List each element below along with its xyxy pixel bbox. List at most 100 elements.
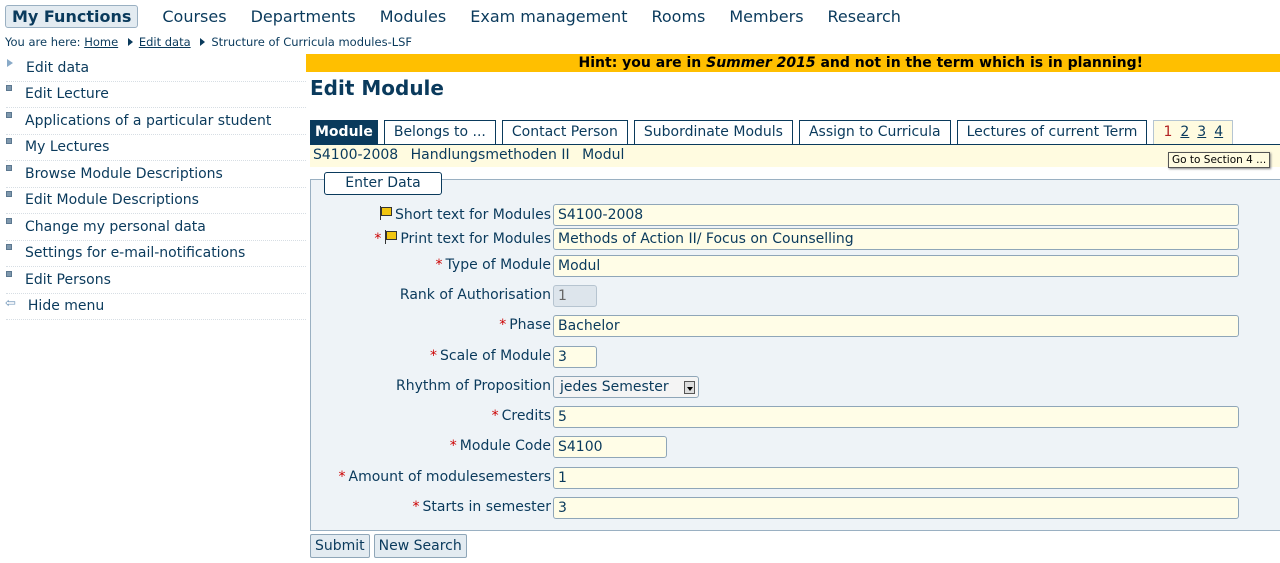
- nav-exam-management[interactable]: Exam management: [470, 7, 627, 26]
- nav-members[interactable]: Members: [729, 7, 803, 26]
- sidebar-item-label: Edit Persons: [25, 271, 111, 288]
- breadcrumb-separator-icon: [127, 38, 133, 46]
- phase-input[interactable]: Bachelor: [553, 315, 1239, 337]
- short-text-label: Short text for Modules: [379, 206, 551, 223]
- term-hint-banner: Hint: you are in Summer 2015 and not in …: [306, 54, 1280, 72]
- required-mark: *: [491, 408, 499, 424]
- submit-button[interactable]: Submit: [310, 534, 370, 558]
- breadcrumb-home[interactable]: Home: [84, 35, 118, 49]
- type-input[interactable]: Modul: [553, 255, 1239, 277]
- type-label: * Type of Module: [435, 257, 551, 273]
- breadcrumb-prefix: You are here:: [5, 35, 81, 49]
- form-buttons: Submit New Search: [310, 534, 471, 558]
- sidebar-item-label: Change my personal data: [25, 218, 206, 235]
- sidebar-item-browse-module-descriptions[interactable]: Browse Module Descriptions: [6, 161, 306, 188]
- section-page-2[interactable]: 2: [1180, 124, 1189, 140]
- row-scale: * Scale of Module 3: [311, 346, 1280, 370]
- required-mark: *: [499, 317, 507, 333]
- required-mark: *: [435, 257, 443, 273]
- sidebar: Edit data Edit Lecture Applications of a…: [0, 55, 306, 320]
- row-rank: Rank of Authorisation 1: [311, 285, 1280, 309]
- square-bullet-icon: [6, 244, 12, 251]
- back-arrow-icon: ⇦: [5, 295, 16, 311]
- tab-contact-person[interactable]: Contact Person: [501, 120, 628, 145]
- square-bullet-icon: [6, 217, 12, 224]
- top-navigation: My Functions Courses Departments Modules…: [5, 3, 901, 29]
- row-starts: * Starts in semester 3: [311, 497, 1280, 521]
- tab-belongs-to[interactable]: Belongs to ...: [383, 120, 496, 145]
- my-functions-button[interactable]: My Functions: [5, 4, 139, 28]
- square-bullet-icon: [6, 164, 12, 171]
- amount-input[interactable]: 1: [553, 467, 1239, 489]
- triangle-right-icon: [7, 58, 13, 67]
- module-code-input[interactable]: S4100: [553, 436, 667, 458]
- section-page-4[interactable]: 4: [1214, 124, 1223, 140]
- nav-rooms[interactable]: Rooms: [651, 7, 705, 26]
- rank-input: 1: [553, 285, 597, 307]
- section-page-3[interactable]: 3: [1197, 124, 1206, 140]
- square-bullet-icon: [6, 270, 12, 277]
- row-phase: * Phase Bachelor: [311, 315, 1280, 339]
- amount-label: * Amount of modulesemesters: [338, 469, 551, 485]
- sidebar-item-hide-menu[interactable]: ⇦ Hide menu: [5, 294, 306, 320]
- fieldset-legend: Enter Data: [324, 172, 442, 195]
- square-bullet-icon: [6, 85, 12, 92]
- main-content: Hint: you are in Summer 2015 and not in …: [306, 54, 1280, 558]
- rhythm-selected-value: jedes Semester: [560, 379, 669, 395]
- row-amount: * Amount of modulesemesters 1: [311, 467, 1280, 491]
- sidebar-item-label: Applications of a particular student: [25, 112, 272, 129]
- starts-label: * Starts in semester: [412, 499, 551, 515]
- nav-modules[interactable]: Modules: [380, 7, 447, 26]
- breadcrumb-edit-data[interactable]: Edit data: [139, 35, 191, 49]
- nav-courses[interactable]: Courses: [162, 7, 226, 26]
- section-page-1: 1: [1163, 124, 1173, 140]
- starts-input[interactable]: 3: [553, 497, 1239, 519]
- phase-label: * Phase: [499, 317, 551, 333]
- tab-assign-to-curricula[interactable]: Assign to Curricula: [798, 120, 951, 145]
- sidebar-item-change-personal-data[interactable]: Change my personal data: [6, 214, 306, 241]
- square-bullet-icon: [6, 111, 12, 118]
- tab-module[interactable]: Module: [310, 120, 378, 145]
- breadcrumb: You are here: Home Edit data Structure o…: [5, 35, 412, 49]
- print-text-input[interactable]: Methods of Action II/ Focus on Counselli…: [553, 228, 1239, 250]
- sidebar-item-email-notifications[interactable]: Settings for e-mail-notifications: [6, 241, 306, 267]
- square-bullet-icon: [6, 191, 12, 198]
- hint-term: Summer 2015: [706, 55, 816, 71]
- sidebar-item-label: My Lectures: [25, 139, 110, 156]
- tab-lectures-current-term[interactable]: Lectures of current Term: [956, 120, 1148, 145]
- module-code: S4100-2008: [313, 147, 399, 163]
- sidebar-item-label: Edit Lecture: [25, 86, 109, 103]
- rank-label: Rank of Authorisation: [399, 287, 551, 303]
- sidebar-item-edit-persons[interactable]: Edit Persons: [6, 267, 306, 294]
- module-code-label: * Module Code: [449, 438, 551, 454]
- row-credits: * Credits 5: [311, 406, 1280, 430]
- row-print-text: * Print text for Modules Methods of Actio…: [311, 228, 1280, 252]
- credits-label: * Credits: [491, 408, 551, 424]
- row-short-text: Short text for Modules S4100-2008: [311, 204, 1280, 228]
- print-text-label: * Print text for Modules: [374, 230, 551, 247]
- breadcrumb-separator-icon: [200, 38, 206, 46]
- nav-research[interactable]: Research: [828, 7, 901, 26]
- rhythm-select[interactable]: jedes Semester: [553, 376, 699, 398]
- sidebar-item-label: Settings for e-mail-notifications: [25, 245, 246, 262]
- sidebar-item-label: Hide menu: [27, 298, 105, 315]
- nav-departments[interactable]: Departments: [251, 7, 356, 26]
- page-title: Edit Module: [310, 76, 444, 100]
- section-tooltip: Go to Section 4 ...: [1168, 152, 1271, 168]
- sidebar-item-edit-data[interactable]: Edit data: [6, 55, 306, 82]
- new-search-button[interactable]: New Search: [373, 534, 467, 558]
- required-mark: *: [430, 348, 438, 364]
- required-mark: *: [338, 469, 346, 485]
- hint-text-before: Hint: you are in: [578, 55, 707, 71]
- credits-input[interactable]: 5: [553, 406, 1239, 428]
- sidebar-item-edit-lecture[interactable]: Edit Lecture: [6, 82, 306, 108]
- row-type: * Type of Module Modul: [311, 255, 1280, 279]
- sidebar-item-applications[interactable]: Applications of a particular student: [6, 108, 306, 135]
- sidebar-item-edit-module-descriptions[interactable]: Edit Module Descriptions: [6, 188, 306, 214]
- sidebar-item-label: Edit data: [26, 59, 90, 76]
- short-text-input[interactable]: S4100-2008: [553, 204, 1239, 226]
- language-flag-icon: [384, 230, 398, 244]
- sidebar-item-my-lectures[interactable]: My Lectures: [6, 135, 306, 161]
- scale-input[interactable]: 3: [553, 346, 597, 368]
- tab-subordinate-moduls[interactable]: Subordinate Moduls: [633, 120, 793, 145]
